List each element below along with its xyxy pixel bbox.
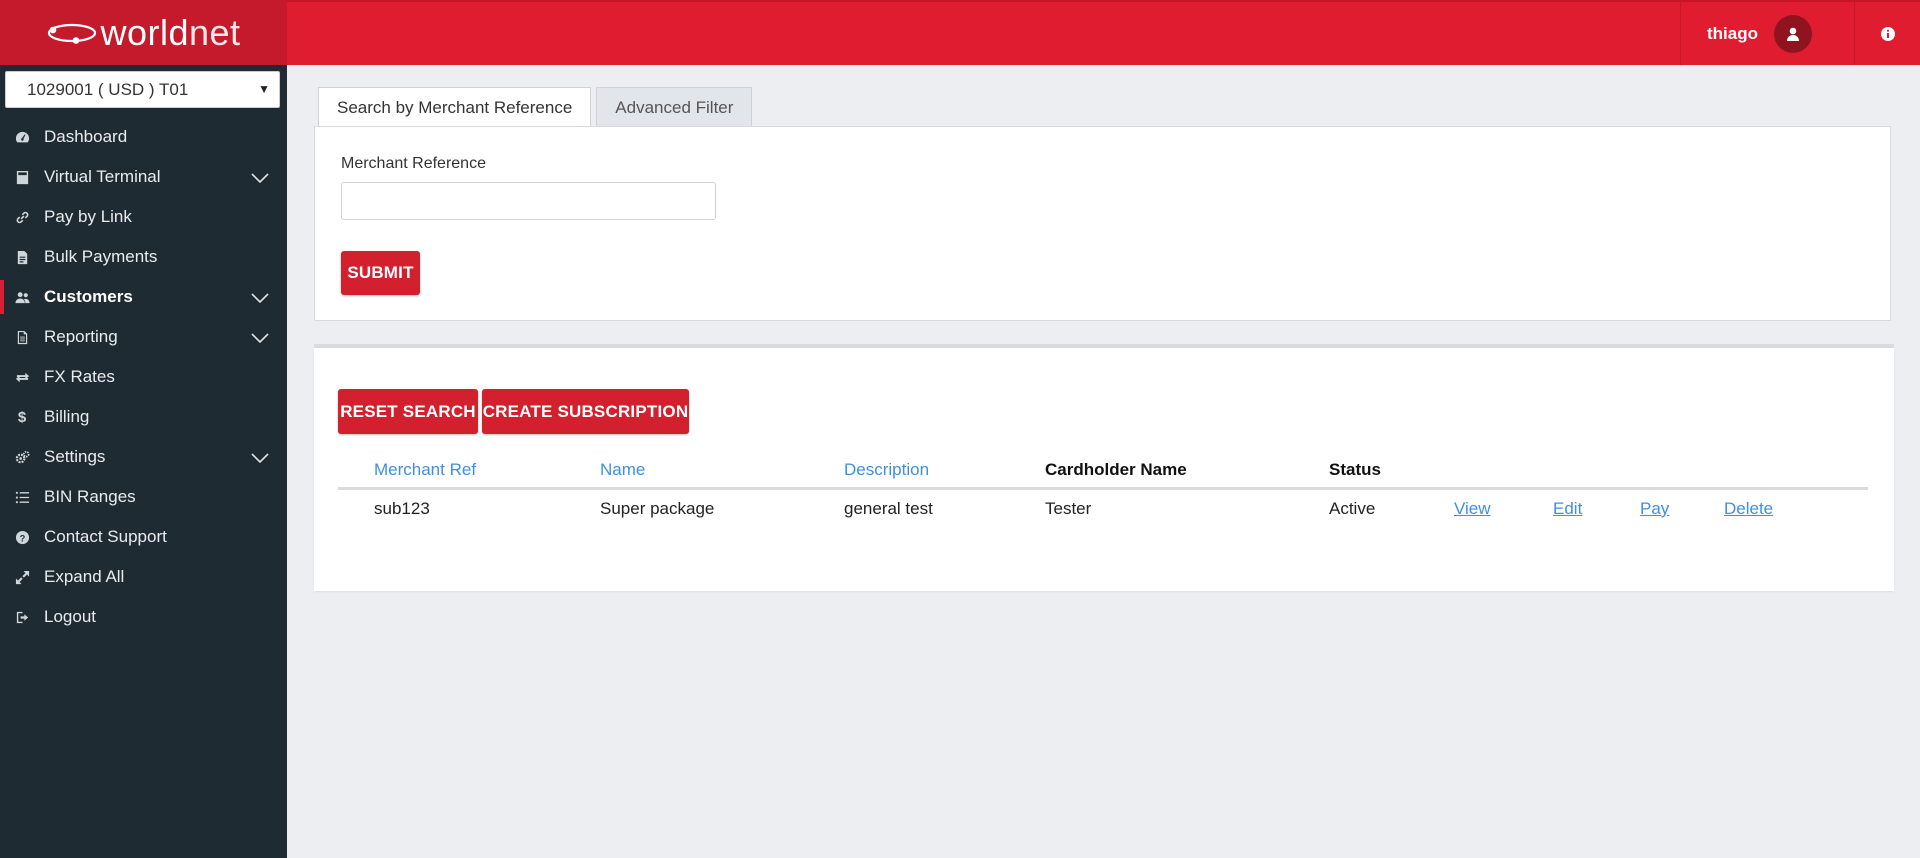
- column-header-status: Status: [1329, 454, 1454, 490]
- table-header-row: Merchant Ref Name Description Cardholder…: [338, 454, 1868, 490]
- sidebar-item-logout[interactable]: Logout: [0, 597, 287, 637]
- reset-search-button[interactable]: RESET SEARCH: [338, 389, 478, 434]
- sidebar-item-billing[interactable]: $ Billing: [0, 397, 287, 437]
- sidebar-item-label: Bulk Payments: [44, 247, 158, 266]
- tab-advanced-filter[interactable]: Advanced Filter: [596, 87, 753, 127]
- file-icon: [14, 249, 30, 265]
- sidebar-item-pay-by-link[interactable]: Pay by Link: [0, 197, 287, 237]
- column-header-merchant-ref[interactable]: Merchant Ref: [374, 454, 600, 490]
- orbit-logo-icon: [48, 23, 97, 44]
- merchant-reference-input[interactable]: [341, 182, 716, 220]
- sidebar-item-label: Expand All: [44, 567, 125, 586]
- merchant-select-value: 1029001 ( USD ) T01: [27, 79, 189, 99]
- expand-icon: [14, 569, 30, 585]
- user-menu[interactable]: thiago: [1680, 2, 1832, 65]
- sidebar-item-fx-rates[interactable]: FX Rates: [0, 357, 287, 397]
- cell-name: Super package: [600, 498, 715, 518]
- sidebar-item-reporting[interactable]: Reporting: [0, 317, 287, 357]
- question-icon: ?: [14, 529, 30, 545]
- sidebar-item-label: Settings: [44, 447, 106, 466]
- dollar-icon: $: [17, 408, 27, 426]
- chevron-down-icon: [251, 289, 269, 304]
- create-subscription-button[interactable]: CREATE SUBSCRIPTION: [482, 389, 689, 434]
- sidebar-item-bulk-payments[interactable]: Bulk Payments: [0, 237, 287, 277]
- sidebar-item-customers[interactable]: Customers: [0, 277, 287, 317]
- sidebar-item-label: Billing: [44, 407, 90, 426]
- sidebar-item-expand-all[interactable]: Expand All: [0, 557, 287, 597]
- chevron-down-icon: [251, 329, 269, 344]
- info-button[interactable]: [1854, 2, 1920, 65]
- list-icon: [14, 489, 30, 505]
- tab-search-by-merchant-reference[interactable]: Search by Merchant Reference: [318, 87, 592, 128]
- table-row: sub123 Super package general test Tester…: [338, 488, 1868, 528]
- logo-area[interactable]: world net: [0, 0, 287, 65]
- sidebar-item-label: Logout: [44, 607, 96, 626]
- subscriptions-table: Merchant Ref Name Description Cardholder…: [338, 454, 1868, 528]
- cell-description: general test: [844, 498, 933, 518]
- worldnet-logo: world net: [46, 12, 240, 54]
- sidebar-item-virtual-terminal[interactable]: Virtual Terminal: [0, 157, 287, 197]
- cell-cardholder-name: Tester: [1045, 498, 1092, 518]
- avatar[interactable]: [1774, 14, 1812, 53]
- top-bar: thiago: [287, 0, 1920, 65]
- sidebar: world net 1029001 ( USD ) T01 ▼ Dashboard…: [0, 0, 287, 858]
- sidebar-item-dashboard[interactable]: Dashboard: [0, 117, 287, 157]
- dashboard-icon: [14, 129, 30, 145]
- chevron-down-icon: [251, 169, 269, 184]
- sidebar-item-label: FX Rates: [44, 367, 115, 386]
- sidebar-item-label: Contact Support: [44, 527, 167, 546]
- pay-link[interactable]: Pay: [1640, 499, 1669, 518]
- view-link[interactable]: View: [1454, 499, 1491, 518]
- sidebar-item-label: Reporting: [44, 327, 118, 346]
- sidebar-nav: Dashboard Virtual Terminal Pay by Link B…: [0, 117, 287, 637]
- delete-link[interactable]: Delete: [1724, 499, 1773, 518]
- results-panel: RESET SEARCH CREATE SUBSCRIPTION Merchan…: [314, 344, 1894, 591]
- sidebar-item-settings[interactable]: Settings: [0, 437, 287, 477]
- sidebar-item-label: Virtual Terminal: [44, 167, 161, 186]
- chevron-down-icon: [251, 449, 269, 464]
- merchant-reference-label: Merchant Reference: [341, 155, 486, 172]
- user-icon: [1787, 27, 1799, 41]
- cell-merchant-ref: sub123: [374, 498, 430, 518]
- column-header-description[interactable]: Description: [844, 454, 1045, 490]
- cogs-icon: [14, 449, 30, 465]
- sidebar-item-label: Dashboard: [44, 127, 128, 146]
- calculator-icon: [14, 169, 30, 185]
- logo-text-world: world: [100, 11, 189, 53]
- search-panel: Merchant Reference SUBMIT: [314, 126, 1891, 321]
- report-icon: [14, 329, 30, 345]
- sidebar-item-label: Customers: [44, 287, 133, 306]
- logo-text-net: net: [188, 11, 241, 53]
- merchant-select[interactable]: 1029001 ( USD ) T01 ▼: [5, 71, 280, 108]
- column-header-cardholder-name: Cardholder Name: [1045, 454, 1329, 490]
- edit-link[interactable]: Edit: [1553, 499, 1582, 518]
- exchange-icon: [14, 369, 30, 385]
- submit-button[interactable]: SUBMIT: [341, 251, 420, 295]
- sidebar-item-bin-ranges[interactable]: BIN Ranges: [0, 477, 287, 517]
- logout-icon: [14, 609, 30, 625]
- search-tabs: Search by Merchant Reference Advanced Fi…: [318, 87, 757, 128]
- users-icon: [14, 289, 30, 305]
- column-header-name[interactable]: Name: [600, 454, 844, 490]
- sidebar-item-label: BIN Ranges: [44, 487, 136, 506]
- svg-text:?: ?: [19, 533, 25, 543]
- sidebar-item-contact-support[interactable]: ? Contact Support: [0, 517, 287, 557]
- cell-status: Active: [1329, 498, 1376, 518]
- info-icon: [1880, 26, 1895, 41]
- link-icon: [14, 209, 30, 225]
- sidebar-item-label: Pay by Link: [44, 207, 132, 226]
- username: thiago: [1707, 23, 1758, 43]
- caret-down-icon: ▼: [258, 82, 270, 96]
